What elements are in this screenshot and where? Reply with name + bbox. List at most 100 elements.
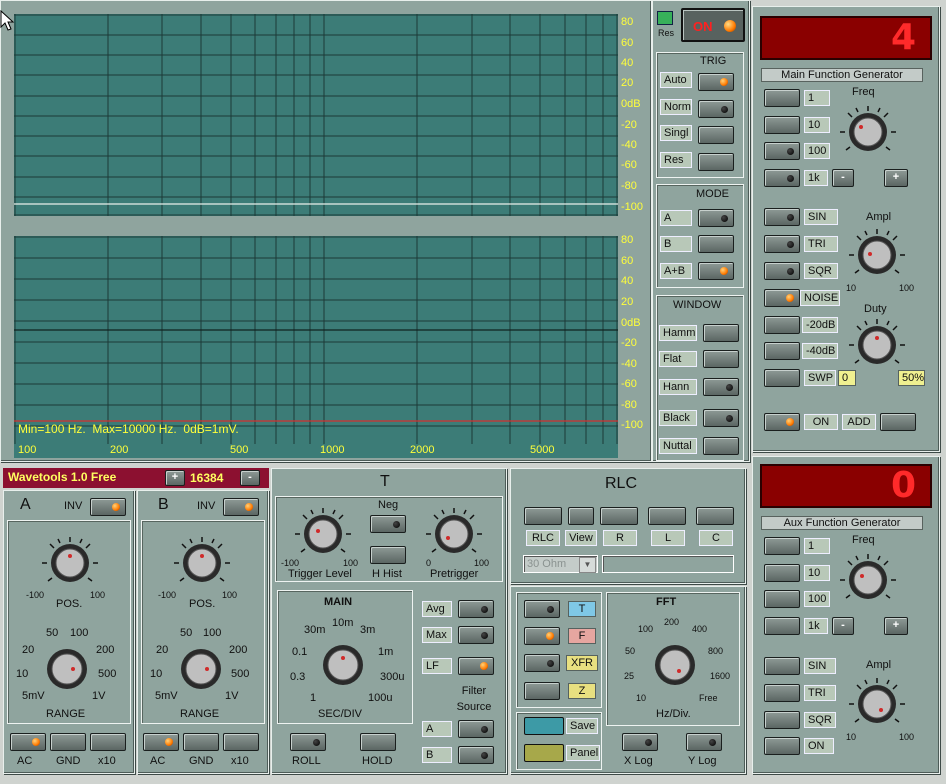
chan-a-pos-max: 100 — [90, 590, 106, 600]
chan-b-x10-button[interactable] — [223, 733, 259, 751]
fft-z-button[interactable] — [524, 682, 560, 700]
main-add-button[interactable] — [880, 413, 916, 431]
buffer-minus-button[interactable]: - — [240, 470, 260, 486]
main-on-button[interactable] — [764, 413, 800, 431]
spectrum-screen-top[interactable] — [14, 14, 618, 216]
aux-range-1k-button[interactable] — [764, 617, 800, 635]
fft-tick-free: Free — [699, 693, 718, 703]
chan-a-inv-button[interactable] — [90, 498, 126, 516]
fft-f-button[interactable] — [524, 627, 560, 645]
main-freq-minus-button[interactable]: - — [832, 169, 854, 187]
main-sin-button[interactable] — [764, 208, 800, 226]
main-gen-title: Main Function Generator — [761, 68, 923, 82]
save-button[interactable] — [524, 717, 564, 735]
window-hamm-button[interactable] — [703, 324, 739, 342]
main-range-1k-button[interactable] — [764, 169, 800, 187]
y-log-button[interactable] — [686, 733, 722, 751]
chan-b-range-knob[interactable] — [172, 642, 230, 696]
fft-xfr-button[interactable] — [524, 654, 560, 672]
sec-div-knob[interactable] — [314, 638, 372, 692]
max-button[interactable] — [458, 626, 494, 644]
h-hist-button[interactable] — [370, 546, 406, 564]
mode-a-button[interactable] — [698, 209, 734, 227]
main-freq-knob[interactable] — [836, 102, 900, 160]
power-on-button[interactable]: ON — [681, 8, 745, 42]
chan-b-ac-button[interactable] — [143, 733, 179, 751]
aux-sin-button[interactable] — [764, 657, 800, 675]
aux-range-100-button[interactable] — [764, 590, 800, 608]
main-20db-button[interactable] — [764, 316, 800, 334]
mode-ab-button[interactable] — [698, 262, 734, 280]
avg-button[interactable] — [458, 600, 494, 618]
roll-button[interactable] — [290, 733, 326, 751]
chan-a-x10-button[interactable] — [90, 733, 126, 751]
aux-freq-knob[interactable] — [836, 550, 900, 608]
chan-a-pos-knob[interactable] — [38, 534, 102, 592]
trig-auto-button[interactable] — [698, 73, 734, 91]
chan-b-gnd-button[interactable] — [183, 733, 219, 751]
chan-a-ac-button[interactable] — [10, 733, 46, 751]
rlc-button[interactable] — [524, 507, 562, 525]
trig-res-button[interactable] — [698, 153, 734, 171]
pretrigger-min: 0 — [426, 558, 432, 568]
trig-singl-button[interactable] — [698, 126, 734, 144]
aux-tri-button[interactable] — [764, 684, 800, 702]
window-flat-button[interactable] — [703, 350, 739, 368]
panel-button[interactable] — [524, 744, 564, 762]
c-button[interactable] — [696, 507, 734, 525]
hz-div-knob[interactable] — [646, 638, 704, 692]
chan-b-inv-button[interactable] — [223, 498, 259, 516]
rlc-select[interactable]: 30 Ohm ▼ — [523, 555, 598, 573]
fft-t-button[interactable] — [524, 600, 560, 618]
main-40db-button[interactable] — [764, 342, 800, 360]
main-range-10-button[interactable] — [764, 116, 800, 134]
mode-b-button[interactable] — [698, 235, 734, 253]
aux-ampl-knob[interactable] — [845, 675, 909, 733]
main-range-100-button[interactable] — [764, 142, 800, 160]
aux-range-10-button[interactable] — [764, 564, 800, 582]
chan-b-range-50: 50 — [180, 627, 193, 639]
buffer-plus-button[interactable]: + — [165, 470, 185, 486]
neg-button[interactable] — [370, 515, 406, 533]
main-swp-button[interactable] — [764, 369, 800, 387]
l-button[interactable] — [648, 507, 686, 525]
res-led[interactable] — [657, 11, 673, 25]
chevron-down-icon[interactable]: ▼ — [579, 557, 596, 573]
aux-range-10-label: 10 — [804, 565, 830, 581]
main-freq-plus-button[interactable]: + — [884, 169, 908, 187]
trig-norm-button[interactable] — [698, 100, 734, 118]
chan-b-pos-knob[interactable] — [170, 534, 234, 592]
main-ampl-knob[interactable] — [845, 226, 909, 284]
view-button[interactable] — [568, 507, 594, 525]
src-b-button[interactable] — [458, 746, 494, 764]
main-tri-button[interactable] — [764, 235, 800, 253]
main-range-1-button[interactable] — [764, 89, 800, 107]
main-duty-knob[interactable] — [845, 316, 909, 374]
y-label-top-60: 60 — [621, 37, 634, 49]
main-noise-button[interactable] — [764, 289, 800, 307]
window-nuttal-button[interactable] — [703, 437, 739, 455]
x-label-2000: 2000 — [410, 444, 435, 456]
y-label-bot-m20: -20 — [621, 337, 637, 349]
spectrum-screen-bottom[interactable]: Min=100 Hz. Max=10000 Hz. 0dB=1mV. — [14, 236, 618, 444]
main-sqr-button[interactable] — [764, 262, 800, 280]
aux-sqr-button[interactable] — [764, 711, 800, 729]
hold-button[interactable] — [360, 733, 396, 751]
chan-a-range-knob[interactable] — [38, 642, 96, 696]
trigger-level-min: -100 — [281, 558, 300, 568]
chan-a-gnd-button[interactable] — [50, 733, 86, 751]
x-log-button[interactable] — [622, 733, 658, 751]
window-hann-label: Hann — [659, 379, 697, 395]
src-a-button[interactable] — [458, 720, 494, 738]
aux-on-button[interactable] — [764, 737, 800, 755]
aux-freq-minus-button[interactable]: - — [832, 617, 854, 635]
lf-button[interactable] — [458, 657, 494, 675]
aux-range-1-button[interactable] — [764, 537, 800, 555]
window-black-button[interactable] — [703, 409, 739, 427]
r-button[interactable] — [600, 507, 638, 525]
pretrigger-knob[interactable] — [422, 505, 486, 563]
window-hann-button[interactable] — [703, 378, 739, 396]
fft-tick-1600: 1600 — [710, 671, 731, 681]
trigger-level-knob[interactable] — [291, 505, 355, 563]
aux-freq-plus-button[interactable]: + — [884, 617, 908, 635]
